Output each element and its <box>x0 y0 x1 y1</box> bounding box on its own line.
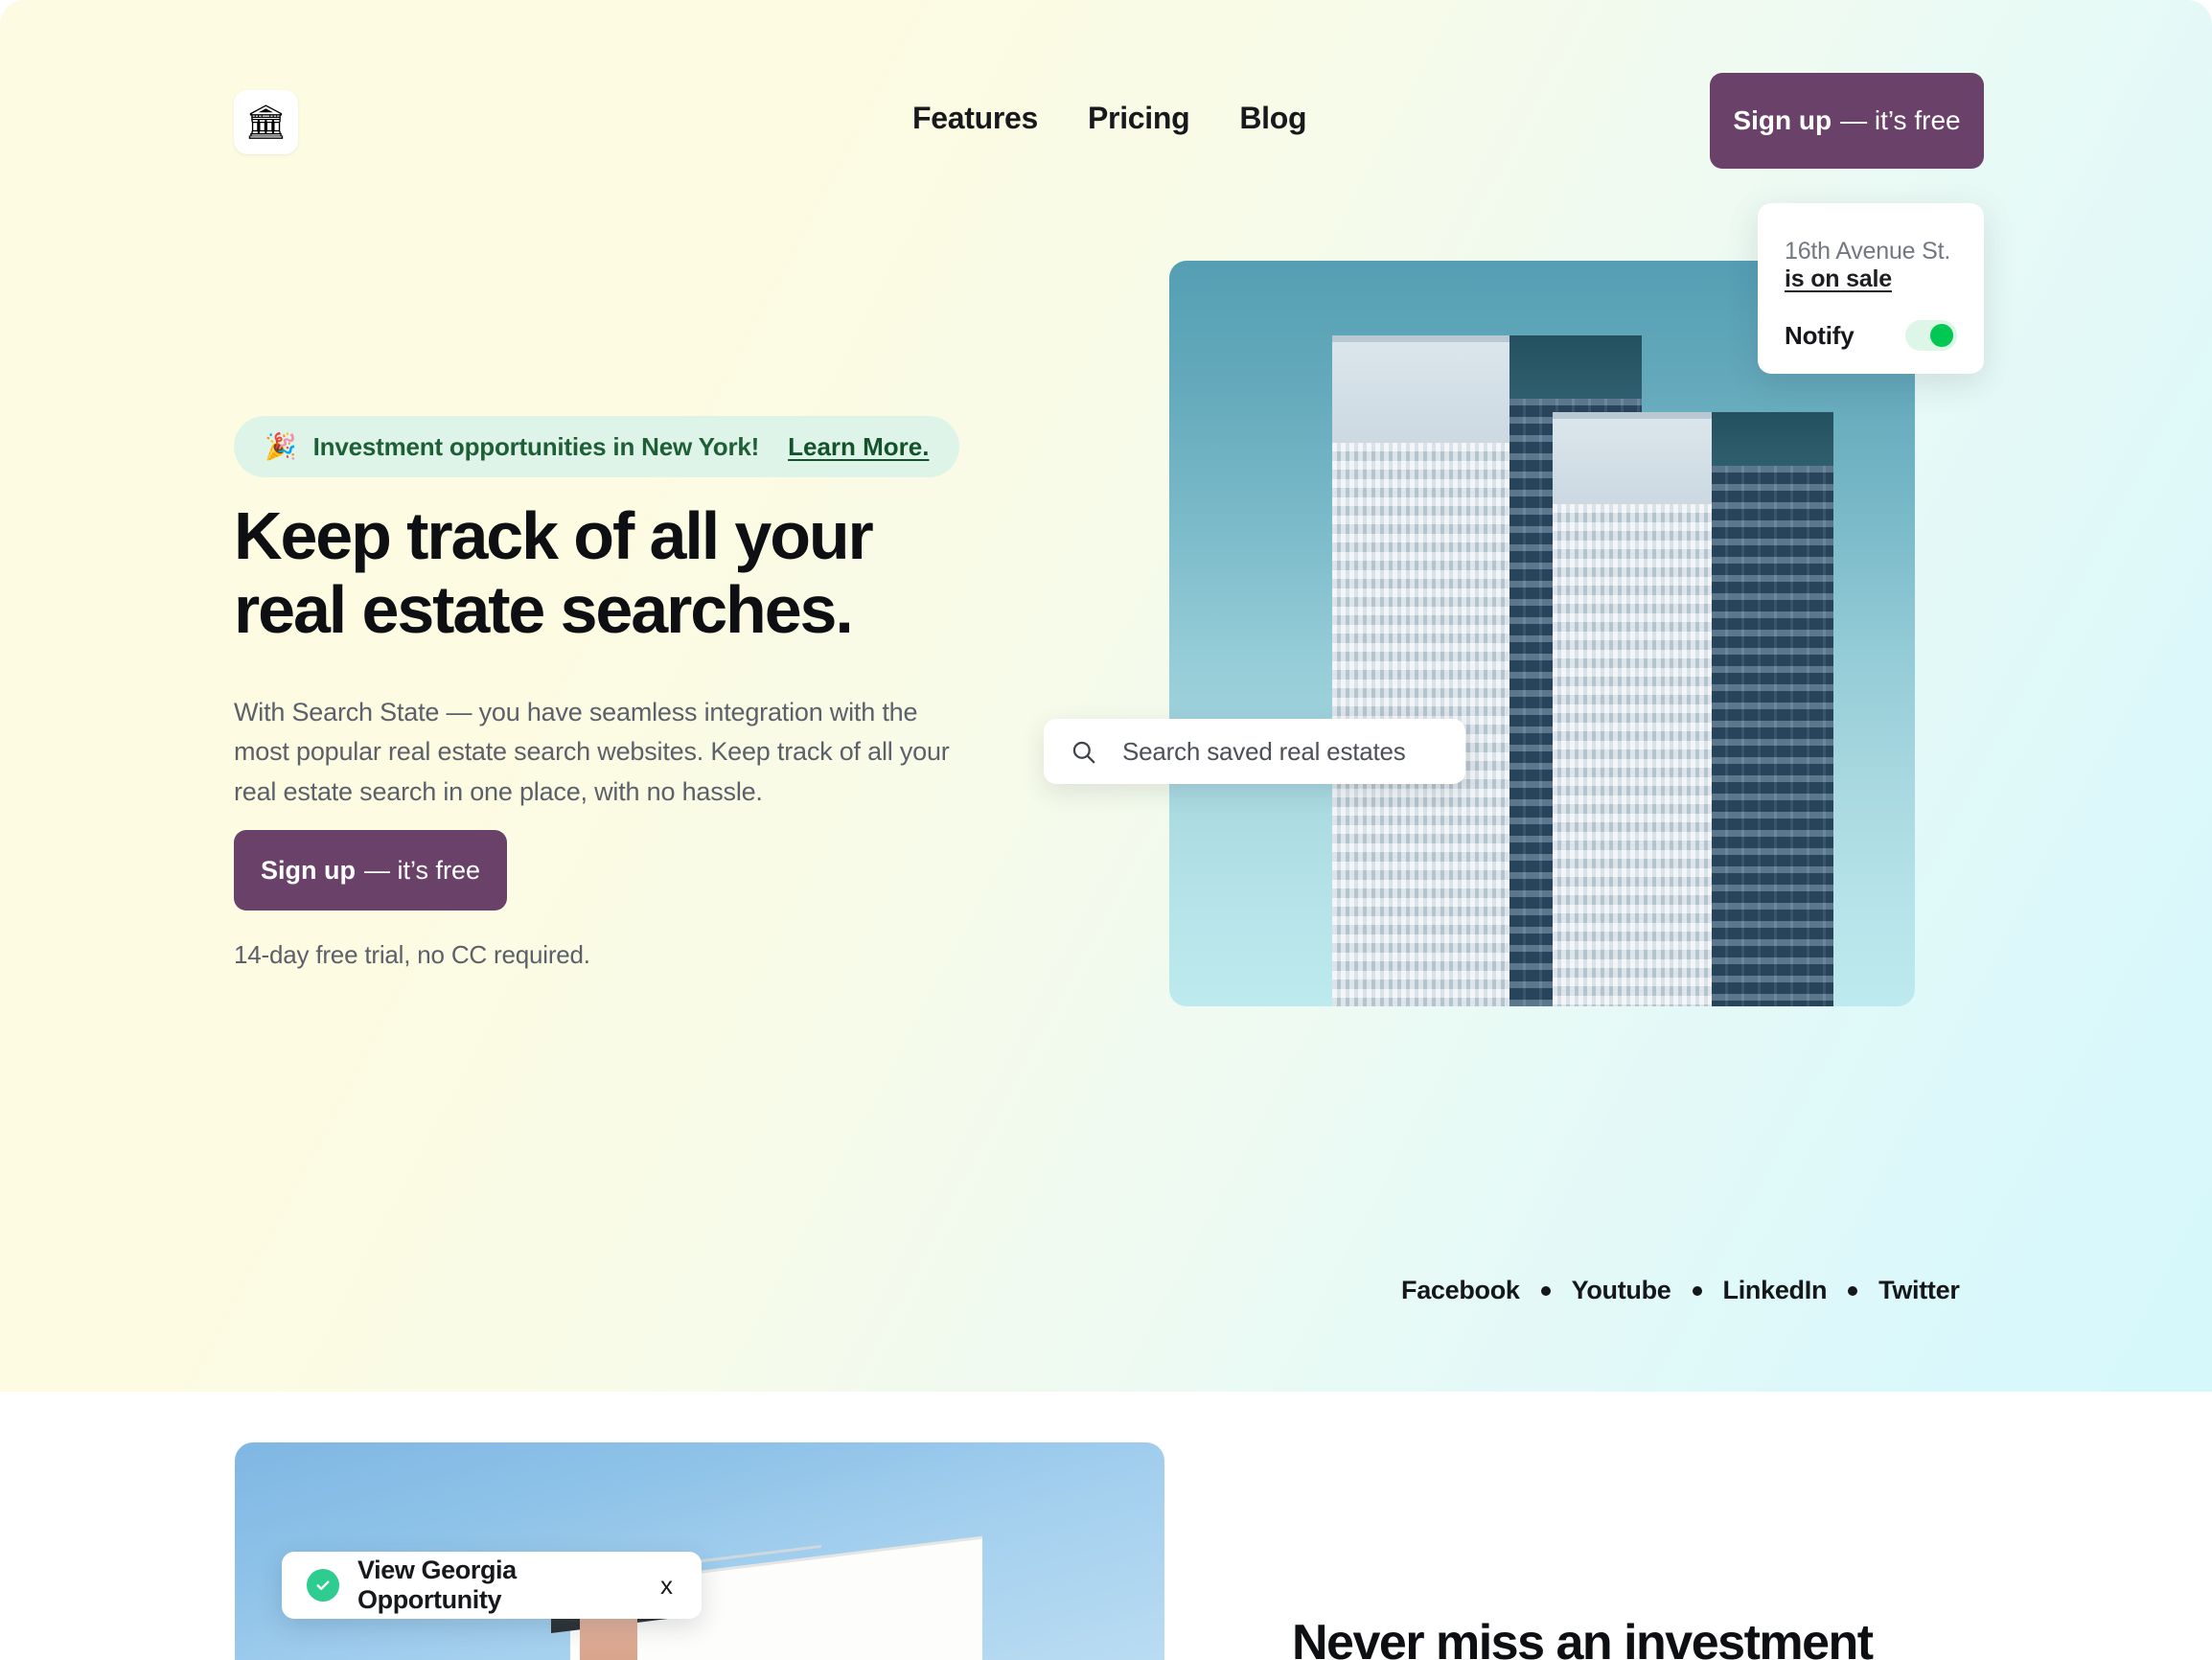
social-link-facebook[interactable]: Facebook <box>1401 1276 1520 1305</box>
social-links: Facebook Youtube LinkedIn Twitter <box>1401 1276 1960 1305</box>
hero-signup-label-rest: — it’s free <box>363 855 481 885</box>
opportunity-toast: View Georgia Opportunity x <box>282 1552 702 1619</box>
logo[interactable]: 🏛 <box>234 90 298 154</box>
notify-toggle[interactable] <box>1905 320 1957 351</box>
header-signup-label-bold: Sign up <box>1733 105 1832 135</box>
nav-item-blog[interactable]: Blog <box>1233 97 1312 140</box>
tower-right-roof <box>1553 412 1712 419</box>
tower-right-crown-light <box>1553 412 1712 504</box>
check-circle-icon <box>307 1569 339 1602</box>
notify-address: 16th Avenue St. <box>1785 238 1951 265</box>
page-root: 🏛 Features Pricing Blog Sign up — it’s f… <box>0 0 2212 1660</box>
announcement-text: Investment opportunities in New York! <box>312 431 760 461</box>
trial-note: 14-day free trial, no CC required. <box>234 940 590 969</box>
search-icon <box>1072 741 1095 763</box>
tower-right-face-light <box>1553 504 1712 1006</box>
tower-right-face-dark <box>1712 466 1833 1006</box>
nav-item-features[interactable]: Features <box>907 97 1044 140</box>
hero-signup-label-bold: Sign up <box>260 855 356 885</box>
nav-item-pricing[interactable]: Pricing <box>1082 97 1195 140</box>
notify-toggle-label: Notify <box>1785 320 1855 350</box>
social-link-linkedin[interactable]: LinkedIn <box>1723 1276 1828 1305</box>
learn-more-link[interactable]: Learn More. <box>788 432 929 462</box>
site-header: 🏛 Features Pricing Blog Sign up — it’s f… <box>0 0 2212 182</box>
announcement-badge: 🎉 Investment opportunities in New York! … <box>234 416 960 477</box>
hero-signup-button[interactable]: Sign up — it’s free <box>234 830 507 911</box>
header-signup-button[interactable]: Sign up — it’s free <box>1710 73 1984 169</box>
hero-section: 🏛 Features Pricing Blog Sign up — it’s f… <box>0 0 2212 1392</box>
hero-subtitle: With Search State — you have seamless in… <box>234 698 950 806</box>
tower-right <box>1553 412 1833 1006</box>
bullet-separator-icon <box>1848 1285 1858 1296</box>
section2-title: Never miss an investment <box>1292 1615 1874 1660</box>
classical-building-icon: 🏛 <box>244 104 288 141</box>
toast-close-button[interactable]: x <box>657 1571 677 1601</box>
search-input[interactable] <box>1120 735 1439 768</box>
saved-estates-search-bar[interactable] <box>1044 719 1465 784</box>
social-link-youtube[interactable]: Youtube <box>1572 1276 1671 1305</box>
tower-left-roof <box>1332 335 1509 342</box>
notify-status-link[interactable]: is on sale <box>1785 265 1892 293</box>
social-link-twitter[interactable]: Twitter <box>1878 1276 1960 1305</box>
notify-card: 16th Avenue St. is on sale Notify <box>1758 203 1984 374</box>
bullet-separator-icon <box>1540 1285 1551 1296</box>
hero-title: Keep track of all your real estate searc… <box>234 498 874 647</box>
tower-left-crown-light <box>1332 335 1509 443</box>
notify-toggle-knob <box>1930 324 1953 347</box>
toast-label: View Georgia Opportunity <box>357 1556 517 1614</box>
party-popper-icon: 🎉 <box>265 431 297 461</box>
tower-right-crown-dark <box>1712 412 1833 466</box>
header-signup-label-rest: — it’s free <box>1840 105 1961 135</box>
bullet-separator-icon <box>1692 1285 1702 1296</box>
main-nav: Features Pricing Blog <box>907 97 1312 140</box>
tower-left-crown-dark <box>1509 335 1642 399</box>
notify-toggle-row: Notify <box>1785 320 1957 351</box>
